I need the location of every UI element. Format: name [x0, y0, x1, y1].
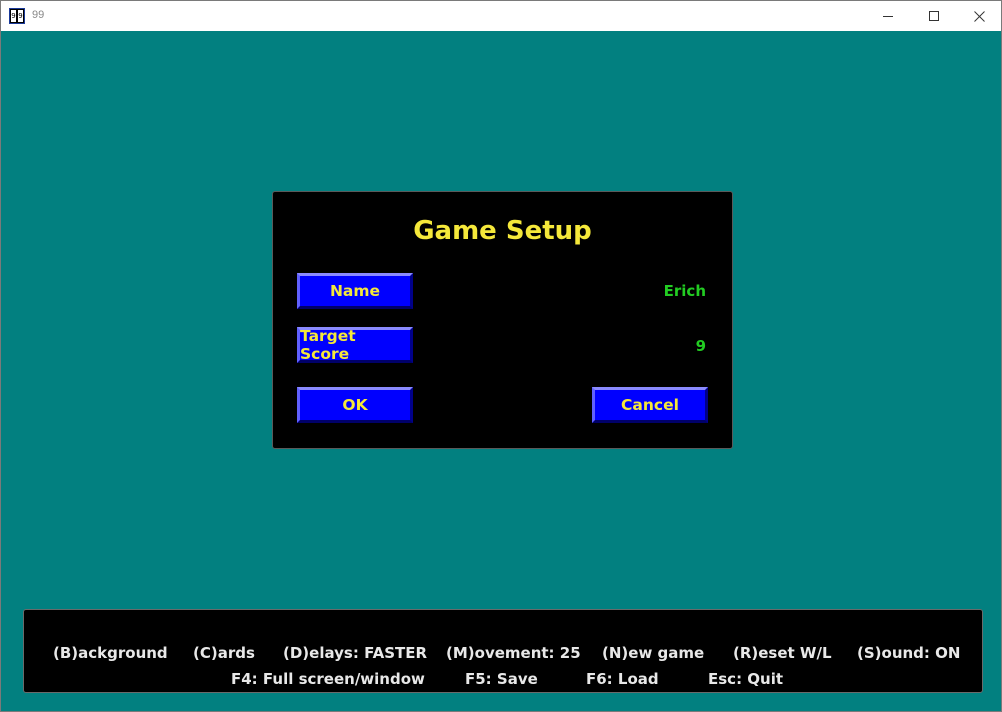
help-new-game[interactable]: (N)ew game — [602, 644, 704, 662]
help-save[interactable]: F5: Save — [465, 670, 538, 688]
maximize-icon — [928, 10, 939, 21]
help-fullscreen[interactable]: F4: Full screen/window — [231, 670, 425, 688]
game-area: Game Setup Name Erich Target Score 9 OK … — [1, 31, 1001, 711]
app-window: 9 9 99 Game Setup Name Erich Target Scor… — [0, 0, 1002, 712]
target-score-value: 9 — [695, 337, 706, 355]
cancel-button[interactable]: Cancel — [592, 387, 708, 423]
help-sound[interactable]: (S)ound: ON — [857, 644, 960, 662]
help-cards[interactable]: (C)ards — [193, 644, 255, 662]
svg-text:9: 9 — [11, 12, 15, 20]
minimize-icon — [882, 15, 893, 17]
keyboard-help-bar: (B)ackground (C)ards (D)elays: FASTER (M… — [23, 609, 983, 693]
name-button[interactable]: Name — [297, 273, 413, 309]
maximize-button[interactable] — [911, 1, 957, 31]
ok-button[interactable]: OK — [297, 387, 413, 423]
help-quit[interactable]: Esc: Quit — [708, 670, 783, 688]
help-reset-wl[interactable]: (R)eset W/L — [733, 644, 832, 662]
window-title: 99 — [32, 9, 45, 21]
target-score-button[interactable]: Target Score — [297, 327, 413, 363]
app-icon[interactable]: 9 9 — [9, 8, 25, 24]
help-delays[interactable]: (D)elays: FASTER — [283, 644, 427, 662]
game-setup-dialog: Game Setup Name Erich Target Score 9 OK … — [272, 191, 733, 449]
dialog-title: Game Setup — [413, 216, 592, 246]
title-bar[interactable]: 9 9 99 — [1, 1, 1001, 31]
close-button[interactable] — [956, 1, 1002, 31]
help-load[interactable]: F6: Load — [586, 670, 659, 688]
close-icon — [973, 10, 985, 22]
help-movement[interactable]: (M)ovement: 25 — [446, 644, 581, 662]
help-background[interactable]: (B)ackground — [53, 644, 168, 662]
svg-text:9: 9 — [18, 12, 22, 20]
name-value: Erich — [663, 282, 706, 300]
minimize-button[interactable] — [865, 1, 911, 31]
